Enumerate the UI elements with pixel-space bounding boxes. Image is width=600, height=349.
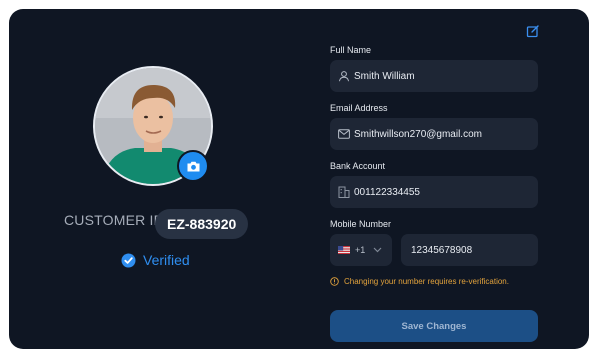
country-code-select[interactable]: +1 bbox=[330, 234, 392, 266]
verified-label: Verified bbox=[143, 252, 190, 268]
full-name-field[interactable]: Smith William bbox=[330, 60, 538, 92]
customer-id-badge: EZ-883920 bbox=[155, 209, 249, 239]
bank-account-field[interactable]: 001122334455 bbox=[330, 176, 538, 208]
alert-circle-icon bbox=[330, 277, 339, 286]
edit-icon[interactable] bbox=[526, 24, 540, 38]
mail-icon bbox=[338, 128, 350, 140]
save-changes-button[interactable]: Save Changes bbox=[330, 310, 538, 342]
full-name-label: Full Name bbox=[330, 45, 372, 55]
email-value: Smithwillson270@gmail.com bbox=[354, 128, 482, 140]
avatar-section bbox=[93, 66, 213, 186]
email-label: Email Address bbox=[330, 103, 388, 113]
mobile-warning: Changing your number requires re-verific… bbox=[330, 277, 509, 286]
user-icon bbox=[338, 70, 350, 82]
verified-status: Verified bbox=[121, 252, 190, 268]
change-photo-button[interactable] bbox=[177, 150, 209, 182]
country-code-value: +1 bbox=[355, 245, 366, 255]
profile-card: CUSTOMER ID EZ-883920 Verified Full Name… bbox=[9, 9, 589, 349]
us-flag-icon bbox=[338, 246, 350, 254]
customer-id-value: EZ-883920 bbox=[167, 216, 237, 232]
full-name-value: Smith William bbox=[354, 70, 415, 82]
mobile-number-value: 12345678908 bbox=[411, 244, 473, 256]
building-icon bbox=[338, 186, 350, 198]
email-field[interactable]: Smithwillson270@gmail.com bbox=[330, 118, 538, 150]
camera-icon bbox=[187, 161, 199, 171]
check-badge-icon bbox=[121, 253, 136, 267]
chevron-down-icon bbox=[373, 247, 382, 253]
mobile-number-field[interactable]: 12345678908 bbox=[401, 234, 538, 266]
bank-account-value: 001122334455 bbox=[354, 186, 420, 198]
mobile-warning-text: Changing your number requires re-verific… bbox=[344, 277, 509, 286]
bank-account-label: Bank Account bbox=[330, 161, 386, 171]
save-changes-label: Save Changes bbox=[401, 320, 467, 332]
customer-id-label: CUSTOMER ID bbox=[64, 212, 164, 228]
mobile-number-label: Mobile Number bbox=[330, 219, 392, 229]
